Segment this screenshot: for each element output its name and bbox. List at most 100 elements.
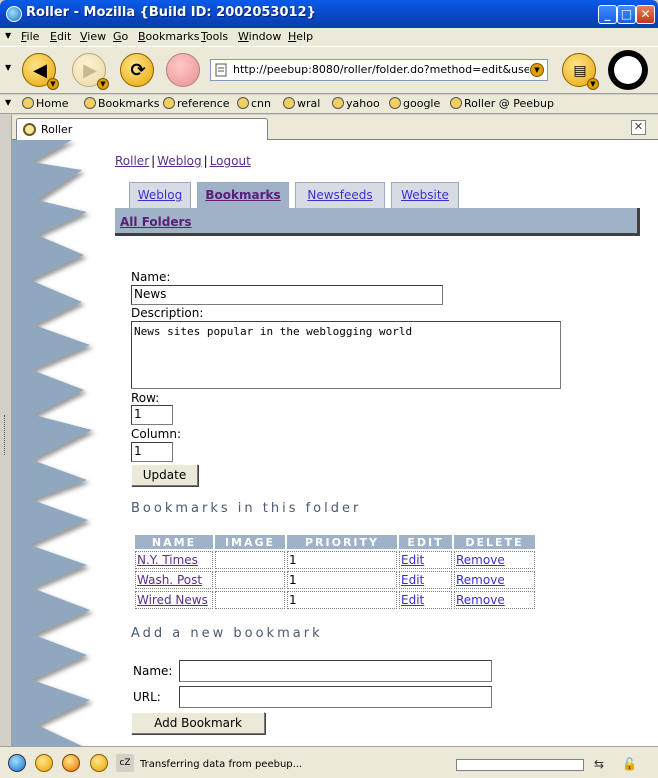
remove-link[interactable]: Remove — [456, 573, 505, 587]
navigation-toolbar: ▼ ◀ ▼ ▶ ▼ ⟳ http://peebup:8080/roller/fo… — [0, 46, 658, 94]
cell-priority: 1 — [287, 551, 397, 569]
cell-delete: Remove — [454, 591, 535, 609]
bookmark-bookmarks[interactable]: Bookmarks — [84, 97, 159, 110]
sidebar-splitter[interactable] — [0, 115, 12, 746]
top-links: Roller | Weblog | Logout — [115, 154, 251, 168]
bookmark-label: Bookmarks — [98, 97, 160, 110]
minimize-button[interactable]: _ — [598, 5, 617, 24]
maximize-button[interactable]: □ — [617, 5, 636, 24]
logout-link[interactable]: Logout — [210, 154, 251, 168]
window-title: Roller - Mozilla {Build ID: 2002053012} — [26, 5, 316, 20]
chevron-down-icon[interactable]: ▼ — [587, 78, 599, 90]
lock-icon[interactable]: 🔓 — [622, 757, 637, 771]
bookmark-icon — [332, 97, 344, 109]
throbber-icon[interactable] — [608, 50, 648, 90]
folder-name-input[interactable]: News — [131, 285, 443, 305]
column-input[interactable]: 1 — [131, 442, 173, 462]
menu-file[interactable]: File — [21, 30, 39, 43]
table-row: Wired News 1 Edit Remove — [135, 591, 535, 609]
browser-tab[interactable]: Roller — [16, 118, 268, 140]
table-header-row: NAME IMAGE PRIORITY EDIT DELETE — [135, 535, 535, 549]
chat-icon[interactable] — [90, 754, 108, 772]
tab-newsfeeds[interactable]: Newsfeeds — [295, 182, 385, 208]
bookmark-wral[interactable]: wral — [283, 97, 320, 110]
add-bookmark-name-input[interactable] — [179, 660, 492, 682]
tab-weblog[interactable]: Weblog — [129, 182, 191, 208]
window-titlebar[interactable]: Roller - Mozilla {Build ID: 2002053012} … — [0, 0, 658, 28]
menu-help[interactable]: Help — [288, 30, 313, 43]
close-window-button[interactable]: ✕ — [636, 5, 655, 24]
print-button[interactable]: ▤ ▼ — [562, 53, 599, 90]
chevron-down-icon[interactable]: ▼ — [47, 78, 59, 90]
toolbar-grip-icon[interactable]: ▼ — [5, 63, 11, 72]
toolbar-grip-icon[interactable]: ▼ — [5, 98, 11, 107]
column-header-delete: DELETE — [454, 535, 535, 549]
reload-button[interactable]: ⟳ — [120, 53, 154, 87]
subnav-bar: All Folders — [115, 208, 640, 236]
bookmark-name-link[interactable]: N.Y. Times — [137, 553, 198, 567]
offline-icon[interactable]: cZ — [116, 754, 134, 772]
menu-tools[interactable]: Tools — [201, 30, 228, 43]
tab-bookmarks-label[interactable]: Bookmarks — [205, 188, 280, 202]
bookmark-reference[interactable]: reference — [163, 97, 230, 110]
bookmark-google[interactable]: google — [389, 97, 440, 110]
menu-edit[interactable]: Edit — [50, 30, 71, 43]
update-button[interactable]: Update — [131, 464, 198, 486]
splitter-grip — [4, 415, 7, 455]
chevron-down-icon[interactable]: ▼ — [97, 78, 109, 90]
row-input[interactable]: 1 — [131, 405, 173, 425]
mail-icon[interactable] — [35, 754, 53, 772]
bookmark-roller-peebup[interactable]: Roller @ Peebup — [450, 97, 554, 110]
tab-website[interactable]: Website — [391, 182, 459, 208]
tab-newsfeeds-label[interactable]: Newsfeeds — [307, 188, 372, 202]
edit-link[interactable]: Edit — [401, 573, 424, 587]
add-bookmark-url-input[interactable] — [179, 686, 492, 708]
composer-icon[interactable] — [62, 754, 80, 772]
chevron-down-icon[interactable]: ▼ — [530, 63, 544, 77]
menu-bar: ▼ File Edit View Go Bookmarks Tools Wind… — [0, 28, 658, 46]
home-icon — [22, 97, 34, 109]
menu-window[interactable]: Window — [238, 30, 281, 43]
navigator-icon[interactable] — [8, 754, 26, 772]
roller-link[interactable]: Roller — [115, 154, 149, 168]
menu-view[interactable]: View — [80, 30, 106, 43]
row-label: Row: — [131, 391, 160, 405]
close-tab-button[interactable]: ✕ — [631, 120, 646, 135]
back-button[interactable]: ◀ ▼ — [22, 53, 59, 90]
separator: | — [151, 154, 156, 168]
toolbar-grip-icon[interactable]: ▼ — [5, 31, 11, 40]
connection-icon[interactable]: ⇆ — [594, 757, 604, 771]
menu-bookmarks[interactable]: Bookmarks — [138, 30, 199, 43]
url-text[interactable]: http://peebup:8080/roller/folder.do?meth… — [233, 63, 529, 76]
bookmark-label: Home — [36, 97, 69, 110]
weblog-link[interactable]: Weblog — [157, 154, 201, 168]
bookmark-name-link[interactable]: Wired News — [137, 593, 208, 607]
cell-name: Wash. Post — [135, 571, 213, 589]
tab-website-label[interactable]: Website — [401, 188, 449, 202]
remove-link[interactable]: Remove — [456, 553, 505, 567]
add-bookmark-button[interactable]: Add Bookmark — [131, 712, 265, 734]
bookmarks-folder-icon — [84, 97, 96, 109]
personal-toolbar: ▼ Home Bookmarks reference cnn wral yaho… — [0, 95, 658, 114]
cell-delete: Remove — [454, 571, 535, 589]
bookmark-home[interactable]: Home — [22, 97, 68, 110]
bookmark-label: google — [403, 97, 441, 110]
tab-bookmarks[interactable]: Bookmarks — [197, 182, 289, 208]
folder-description-textarea[interactable]: News sites popular in the weblogging wor… — [131, 321, 561, 389]
all-folders-link[interactable]: All Folders — [120, 215, 192, 229]
url-bar[interactable]: http://peebup:8080/roller/folder.do?meth… — [210, 59, 548, 81]
remove-link[interactable]: Remove — [456, 593, 505, 607]
cell-edit: Edit — [399, 571, 452, 589]
edit-link[interactable]: Edit — [401, 593, 424, 607]
name-label: Name: — [131, 270, 171, 284]
forward-button[interactable]: ▶ ▼ — [72, 53, 109, 90]
bookmark-label: Roller @ Peebup — [464, 97, 554, 110]
bookmark-label: yahoo — [346, 97, 380, 110]
stop-button[interactable] — [166, 53, 200, 87]
bookmark-name-link[interactable]: Wash. Post — [137, 573, 202, 587]
edit-link[interactable]: Edit — [401, 553, 424, 567]
bookmark-cnn[interactable]: cnn — [237, 97, 271, 110]
tab-weblog-label[interactable]: Weblog — [138, 188, 182, 202]
bookmark-yahoo[interactable]: yahoo — [332, 97, 380, 110]
menu-go[interactable]: Go — [113, 30, 128, 43]
